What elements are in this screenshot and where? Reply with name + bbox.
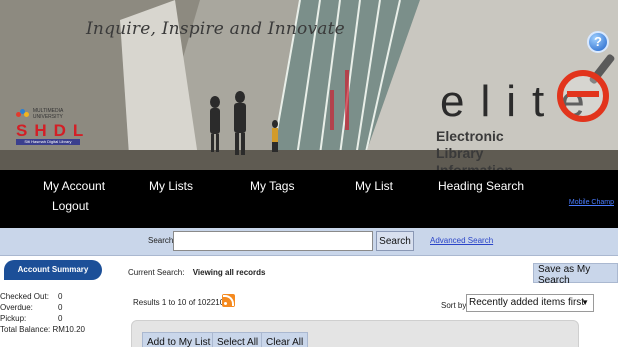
account-row-total-balance: Total Balance: RM10.20 [0, 325, 85, 334]
university-emblem-icon [16, 109, 30, 119]
account-row-overdue: Overdue: 0 [0, 303, 63, 312]
magnifier-e-icon [557, 70, 609, 122]
search-button[interactable]: Search [376, 231, 414, 251]
search-label: Search [148, 236, 174, 245]
mobile-link[interactable]: Mobile Champ [569, 199, 614, 206]
save-as-my-search-button[interactable]: Save as My Search [533, 263, 618, 286]
nav-my-lists[interactable]: My Lists [149, 179, 193, 193]
elite-logo-subtitle: Electronic Library Information Tracking … [436, 128, 513, 170]
rss-icon[interactable] [222, 294, 235, 307]
results-count: Results 1 to 10 of 102210 [133, 298, 225, 307]
search-input[interactable] [173, 231, 373, 251]
sort-label: Sort by [441, 301, 467, 310]
sort-select[interactable]: Recently added items first ▼ [466, 294, 594, 312]
add-to-my-list-button[interactable]: Add to My List [142, 332, 216, 347]
shdl-logo-text: SHDL [16, 121, 91, 140]
advanced-search-link[interactable]: Advanced Search [430, 236, 493, 245]
account-summary-list: Checked Out: 0 Overdue: 0 Pickup: 0 Tota… [0, 291, 85, 335]
actions-panel: Add to My List Select All Clear All [131, 320, 579, 347]
main-nav: My Account My Lists My Tags My List Head… [0, 170, 618, 228]
nav-my-list[interactable]: My List [355, 179, 393, 193]
clear-all-button[interactable]: Clear All [261, 332, 309, 347]
current-search: Current Search: Viewing all records [128, 268, 266, 277]
university-name: MULTIMEDIA UNIVERSITY [32, 108, 64, 120]
nav-heading-search[interactable]: Heading Search [438, 179, 524, 193]
university-logo[interactable]: MULTIMEDIA UNIVERSITY SHDL Siti Hasmah D… [16, 108, 94, 150]
search-bar: Search Search Advanced Search [0, 228, 618, 256]
account-row-checked-out: Checked Out: 0 [0, 292, 63, 301]
current-search-value: Viewing all records [192, 268, 266, 277]
help-icon[interactable]: ? [587, 31, 609, 53]
banner-tagline: Inquire, Inspire and Innovate [86, 19, 345, 39]
chevron-down-icon: ▼ [581, 298, 589, 307]
nav-logout[interactable]: Logout [52, 199, 89, 213]
select-all-button[interactable]: Select All [212, 332, 264, 347]
shdl-logo-subtitle: Siti Hasmah Digital Library [16, 139, 80, 145]
nav-my-account[interactable]: My Account [43, 179, 105, 193]
account-summary-tab[interactable]: Account Summary [4, 260, 102, 280]
nav-my-tags[interactable]: My Tags [250, 179, 294, 193]
account-row-pickup: Pickup: 0 [0, 314, 63, 323]
header-banner: Inquire, Inspire and Innovate MULTIMEDIA… [0, 0, 618, 170]
